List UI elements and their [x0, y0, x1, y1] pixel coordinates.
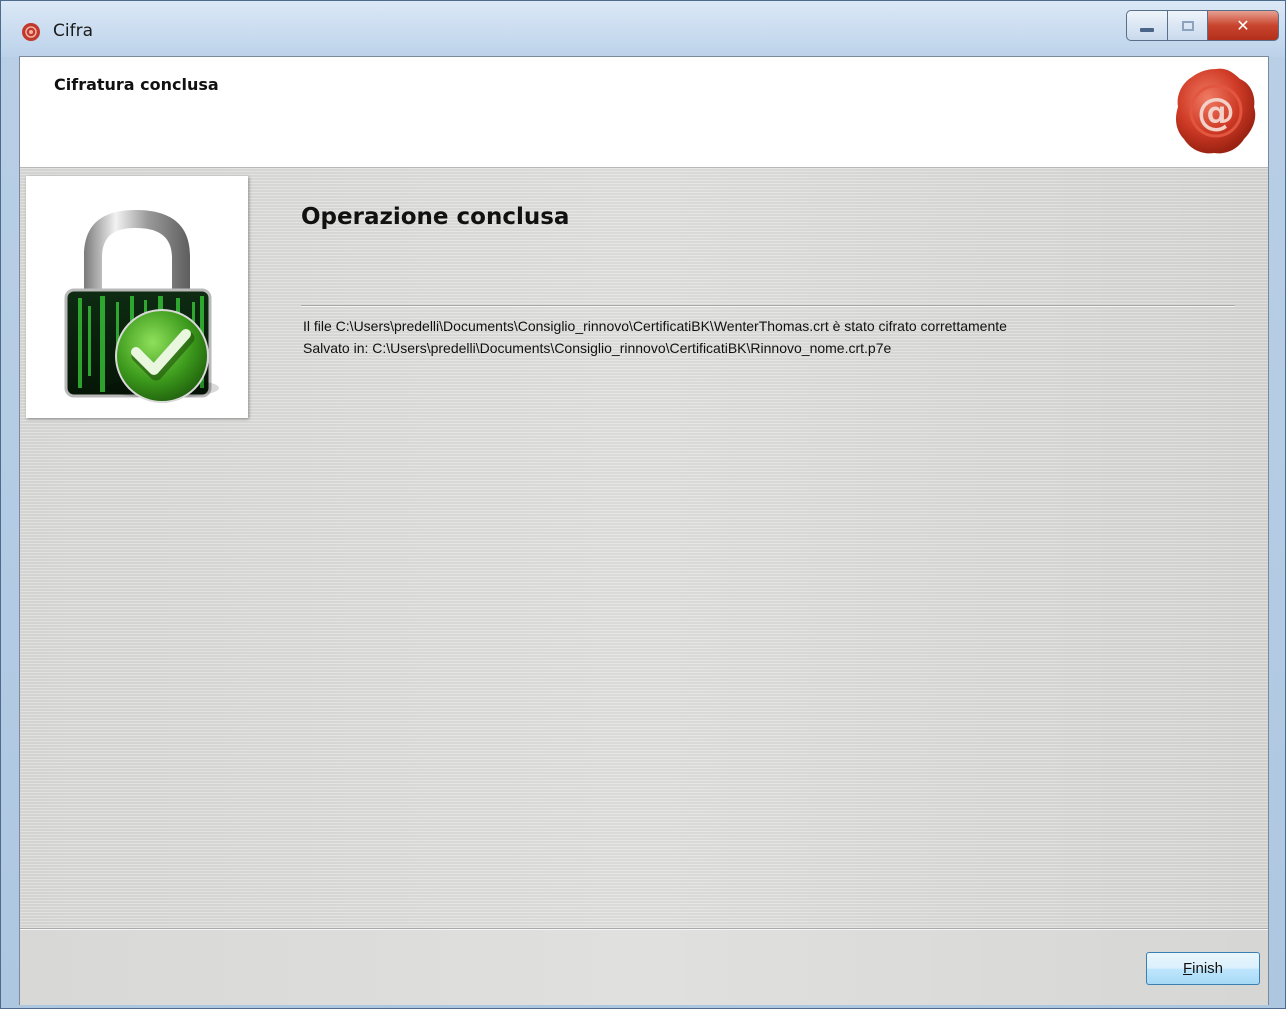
title-bar[interactable]: Cifra ✕ — [1, 1, 1285, 57]
wizard-header: Cifratura conclusa @ — [20, 57, 1268, 168]
result-message-line: Il file C:\Users\predelli\Documents\Cons… — [303, 318, 1007, 334]
wizard-body: Operazione conclusa Il file C:\Users\pre… — [20, 168, 1268, 928]
close-button[interactable]: ✕ — [1208, 10, 1279, 41]
maximize-button[interactable] — [1168, 10, 1208, 41]
minimize-icon — [1140, 27, 1154, 32]
title-divider — [301, 305, 1235, 306]
minimize-button[interactable] — [1126, 10, 1168, 41]
caption-buttons: ✕ — [1126, 10, 1279, 41]
wizard-client-area: Cifratura conclusa @ Operazione conclusa… — [19, 56, 1269, 1005]
seal-at-icon: @ — [1176, 68, 1256, 154]
finish-label: inish — [1192, 960, 1224, 977]
app-window: Cifra ✕ Cifratura conclusa @ Operazione … — [0, 0, 1286, 1009]
finish-button[interactable]: Finish — [1146, 952, 1260, 985]
wizard-footer: Finish — [20, 928, 1268, 1005]
finish-accelerator: F — [1182, 960, 1193, 977]
padlock-check-icon — [64, 210, 219, 403]
close-icon: ✕ — [1236, 16, 1250, 35]
saved-path-line: Salvato in: C:\Users\predelli\Documents\… — [303, 340, 892, 356]
svg-text:@: @ — [1197, 90, 1235, 134]
maximize-icon — [1181, 20, 1194, 31]
operation-title: Operazione conclusa — [301, 204, 570, 230]
app-seal-icon — [22, 23, 40, 41]
side-image-panel — [26, 176, 248, 418]
window-title: Cifra — [53, 21, 93, 41]
page-title: Cifratura conclusa — [54, 75, 219, 94]
